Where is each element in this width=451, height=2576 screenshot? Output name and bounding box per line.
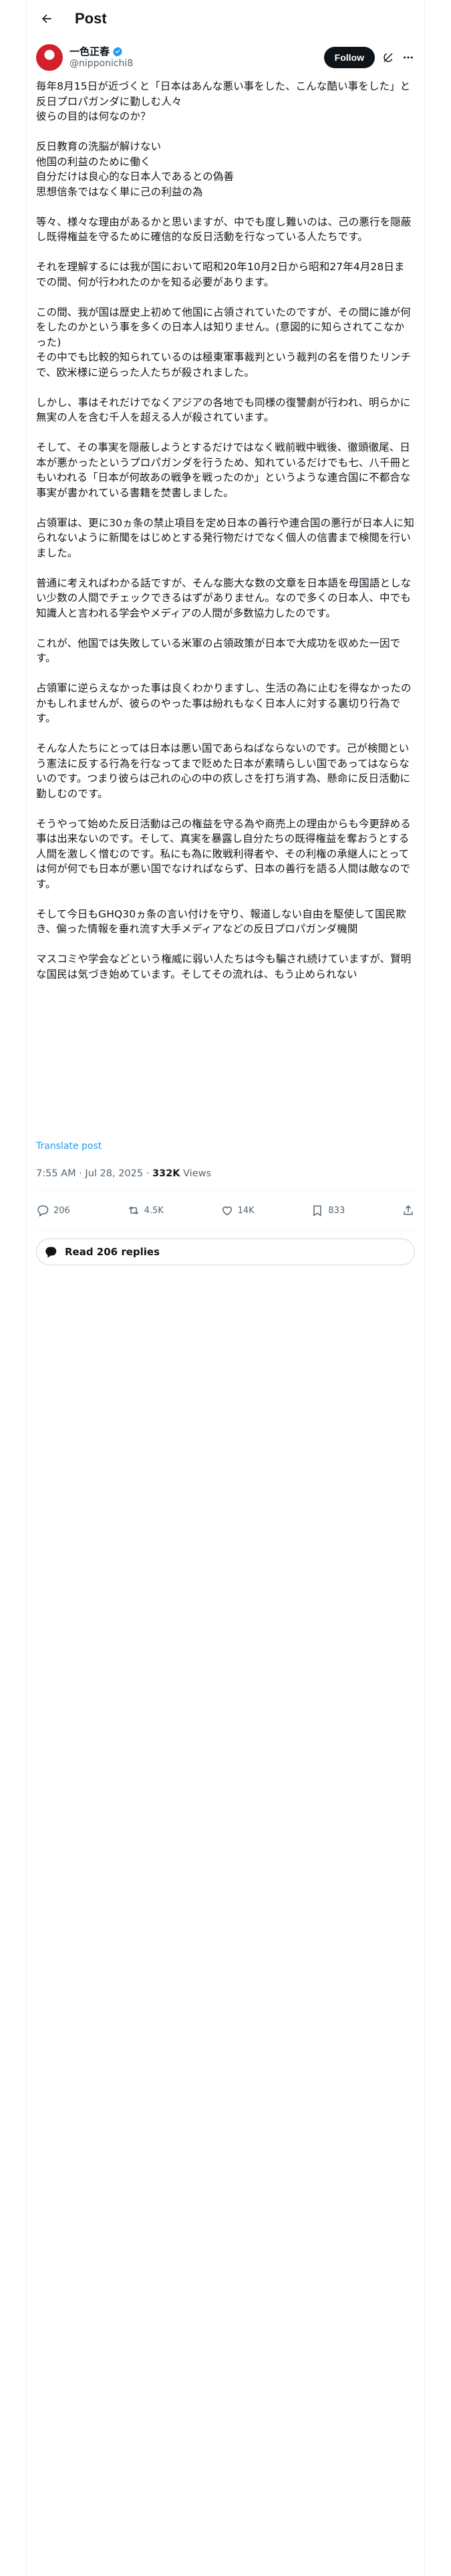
page-title: Post <box>75 10 107 27</box>
translate-post-link[interactable]: Translate post <box>36 1141 102 1152</box>
reply-count: 206 <box>53 1205 70 1216</box>
read-replies-label: Read 206 replies <box>65 1246 160 1258</box>
back-button[interactable] <box>33 5 60 32</box>
reply-icon <box>37 1205 49 1217</box>
views-count: 332K <box>152 1168 180 1179</box>
more-horizontal-icon <box>404 56 413 59</box>
author-names: 一色正春 @nipponichi8 <box>69 45 133 70</box>
author-actions: Follow <box>323 47 415 68</box>
more-options-button[interactable] <box>402 51 415 64</box>
author-handle[interactable]: @nipponichi8 <box>69 58 133 70</box>
repost-icon <box>128 1206 138 1215</box>
avatar[interactable] <box>36 44 63 71</box>
grok-icon <box>384 53 393 62</box>
author-display-name[interactable]: 一色正春 <box>69 45 110 58</box>
views-label: Views <box>180 1168 212 1179</box>
repost-count: 4.5K <box>144 1205 164 1216</box>
main-column: Post 一色正春 @nipponichi8 Follow 毎年8月15日が近づ… <box>26 0 425 2576</box>
author-row: 一色正春 @nipponichi8 Follow <box>36 43 415 72</box>
bookmark-count: 833 <box>328 1205 345 1216</box>
verified-badge-icon <box>113 47 123 57</box>
reply-bubble-icon <box>45 1247 57 1258</box>
post-time[interactable]: 7:55 AM · Jul 28, 2025 <box>36 1168 143 1179</box>
heart-icon <box>222 1206 232 1216</box>
bookmark-button[interactable]: 833 <box>311 1204 345 1217</box>
like-button[interactable]: 14K <box>220 1204 255 1217</box>
follow-button[interactable]: Follow <box>323 47 375 68</box>
reply-button[interactable]: 206 <box>36 1204 70 1217</box>
arrow-left-icon <box>42 14 51 23</box>
grok-button[interactable] <box>382 51 395 64</box>
top-bar: Post <box>27 0 424 37</box>
like-count: 14K <box>237 1205 255 1216</box>
divider <box>36 1190 415 1191</box>
post-text: 毎年8月15日が近づくと「日本はあんな悪い事をした、こんな酷い事をした」と反日プ… <box>36 80 414 980</box>
divider <box>36 1230 415 1231</box>
share-icon <box>404 1205 413 1215</box>
repost-button[interactable]: 4.5K <box>127 1204 164 1217</box>
share-button[interactable] <box>402 1204 415 1217</box>
bookmark-icon <box>313 1205 322 1216</box>
meta-separator: · <box>146 1168 152 1179</box>
post-meta: 7:55 AM · Jul 28, 2025 · 332K Views <box>36 1168 211 1179</box>
read-replies-button[interactable]: Read 206 replies <box>36 1239 415 1265</box>
action-bar: 206 4.5K 14K 833 <box>36 1197 415 1224</box>
